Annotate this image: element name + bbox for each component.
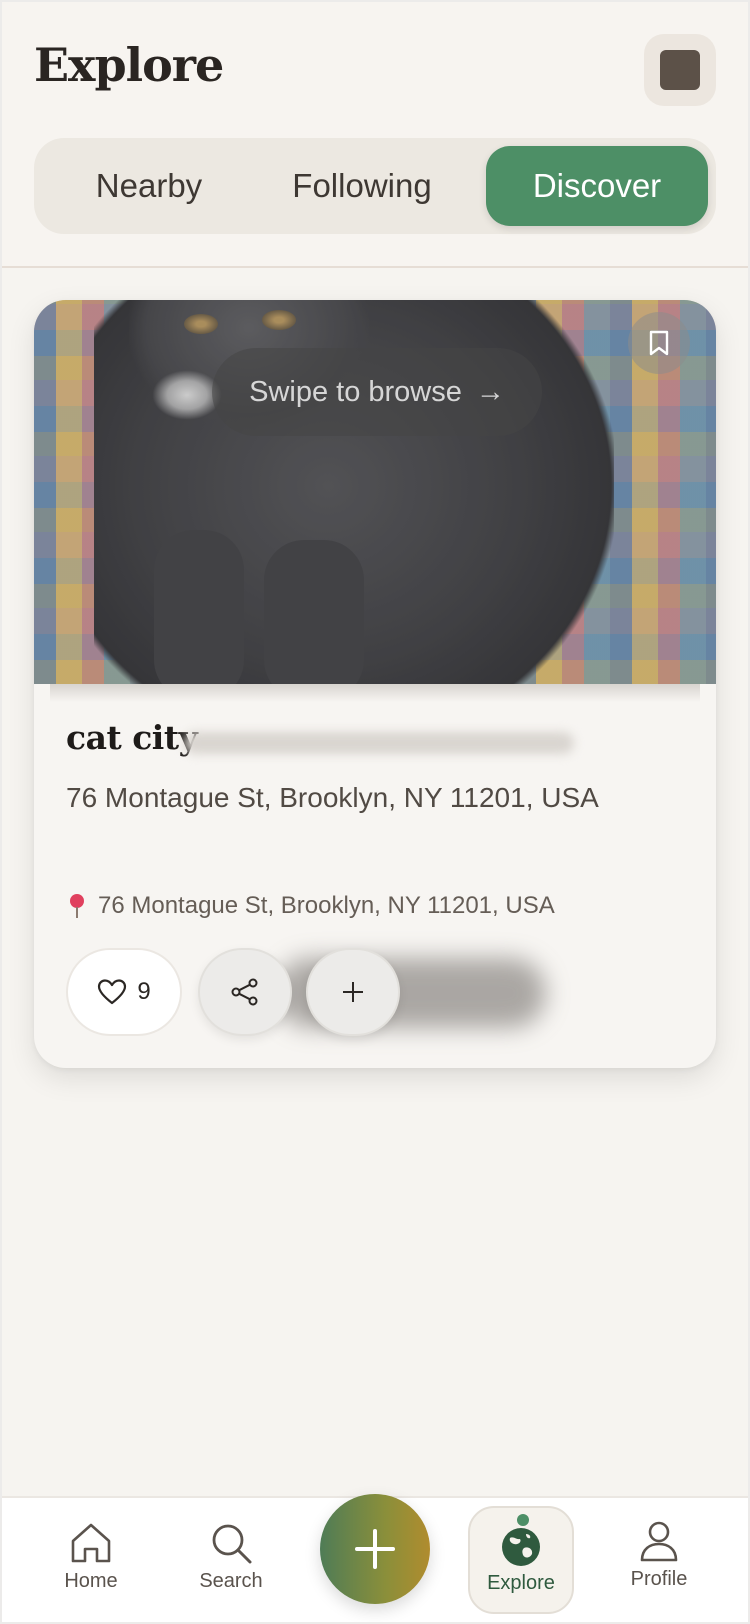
plus-icon bbox=[343, 982, 363, 1002]
nav-explore-label: Explore bbox=[487, 1572, 555, 1594]
place-title: cat city bbox=[66, 718, 198, 757]
globe-icon bbox=[502, 1528, 540, 1566]
tab-discover[interactable]: Discover bbox=[486, 146, 708, 226]
place-address: 76 Montague St, Brooklyn, NY 11201, USA bbox=[66, 782, 599, 813]
share-button[interactable] bbox=[198, 948, 292, 1036]
swipe-hint-label: Swipe to browse bbox=[249, 375, 462, 408]
card-actions: 9 bbox=[66, 948, 686, 1036]
tab-switcher: Nearby Following Discover bbox=[34, 138, 716, 234]
nav-profile[interactable]: Profile bbox=[604, 1518, 714, 1608]
blurred-text bbox=[184, 732, 574, 754]
active-indicator-dot bbox=[517, 1514, 529, 1526]
home-icon bbox=[71, 1523, 111, 1563]
location-row: 76 Montague St, Brooklyn, NY 11201, USA bbox=[66, 892, 555, 920]
create-button[interactable] bbox=[320, 1494, 430, 1604]
arrow-right-icon: → bbox=[475, 375, 505, 408]
nav-search[interactable]: Search bbox=[176, 1520, 286, 1610]
heart-icon bbox=[98, 979, 127, 1005]
page-title: Explore bbox=[34, 38, 224, 92]
nav-home[interactable]: Home bbox=[36, 1520, 146, 1610]
menu-button[interactable] bbox=[644, 34, 716, 106]
profile-icon bbox=[640, 1521, 678, 1562]
plus-icon bbox=[355, 1529, 395, 1569]
pin-icon bbox=[70, 894, 84, 918]
header: Explore Nearby Following Discover bbox=[0, 0, 750, 268]
nav-home-label: Home bbox=[64, 1570, 118, 1592]
nav-profile-label: Profile bbox=[630, 1568, 688, 1590]
place-card[interactable]: Swipe to browse → cat city 76 Montague S… bbox=[34, 300, 716, 1068]
tab-nearby[interactable]: Nearby bbox=[64, 146, 234, 226]
bookmark-button[interactable] bbox=[628, 312, 690, 374]
tab-following[interactable]: Following bbox=[254, 146, 470, 226]
like-count: 9 bbox=[137, 978, 151, 1005]
like-button[interactable]: 9 bbox=[66, 948, 182, 1036]
nav-search-label: Search bbox=[199, 1570, 263, 1592]
swipe-hint: Swipe to browse → bbox=[212, 348, 542, 436]
bookmark-icon bbox=[649, 330, 669, 356]
nav-explore[interactable]: Explore bbox=[468, 1506, 574, 1614]
menu-square-icon bbox=[660, 50, 700, 90]
share-icon bbox=[231, 978, 258, 1006]
place-photo[interactable]: Swipe to browse → bbox=[34, 300, 716, 684]
location-label: 76 Montague St, Brooklyn, NY 11201, USA bbox=[98, 892, 555, 919]
search-icon bbox=[212, 1524, 252, 1564]
add-to-list-button[interactable] bbox=[306, 948, 400, 1036]
